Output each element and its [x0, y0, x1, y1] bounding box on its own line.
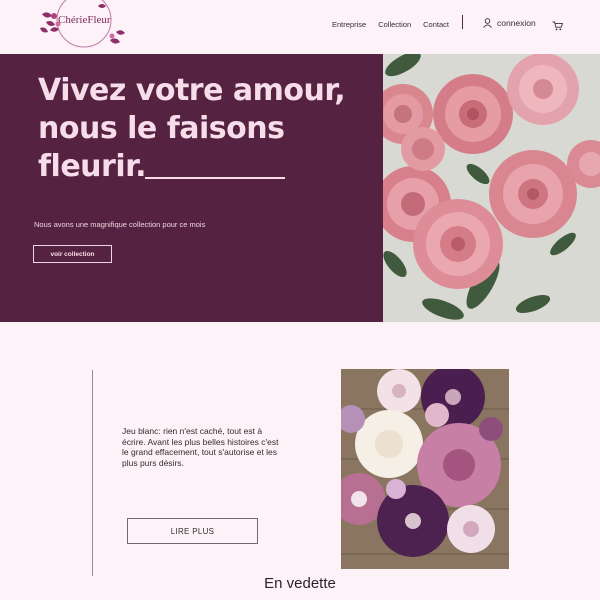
hero-title-line-1: Vivez votre amour,	[38, 73, 346, 108]
nav-divider	[462, 15, 463, 29]
main-nav: Entreprise Collection Contact	[332, 20, 449, 29]
hero-title-line-3: fleurir.	[38, 149, 147, 184]
hero-title-underline	[145, 177, 285, 179]
site-header: ChérieFleur Entreprise Collection Contac…	[0, 0, 600, 54]
logo-wreath-icon	[40, 0, 125, 48]
hero-title: Vivez votre amour, nous le faisons fleur…	[38, 72, 358, 186]
nav-link-contact[interactable]: Contact	[423, 20, 449, 29]
hero-title-line-2: nous le faisons	[38, 111, 285, 146]
nav-link-collection[interactable]: Collection	[378, 20, 411, 29]
login-link[interactable]: connexion	[483, 18, 536, 28]
login-label: connexion	[497, 18, 536, 28]
paper-flowers-image	[341, 369, 509, 569]
featured-section-title: En vedette	[264, 575, 336, 592]
nav-link-entreprise[interactable]: Entreprise	[332, 20, 366, 29]
cart-button[interactable]	[552, 18, 564, 36]
feature-description: Jeu blanc: rien n'est caché, tout est à …	[122, 426, 279, 468]
section-divider-line	[92, 370, 93, 576]
view-collection-button[interactable]: voir collection	[33, 245, 112, 263]
cart-icon	[552, 21, 564, 31]
brand-name: ChérieFleur	[58, 14, 111, 26]
hero-roses-image	[383, 54, 600, 322]
hero-subtitle: Nous avons une magnifique collection pou…	[34, 220, 206, 229]
read-more-button[interactable]: LIRE PLUS	[127, 518, 258, 544]
brand-logo[interactable]: ChérieFleur	[38, 0, 126, 54]
hero-section: Vivez votre amour, nous le faisons fleur…	[0, 54, 600, 322]
hero-text-panel: Vivez votre amour, nous le faisons fleur…	[0, 54, 383, 322]
user-icon	[483, 18, 492, 28]
